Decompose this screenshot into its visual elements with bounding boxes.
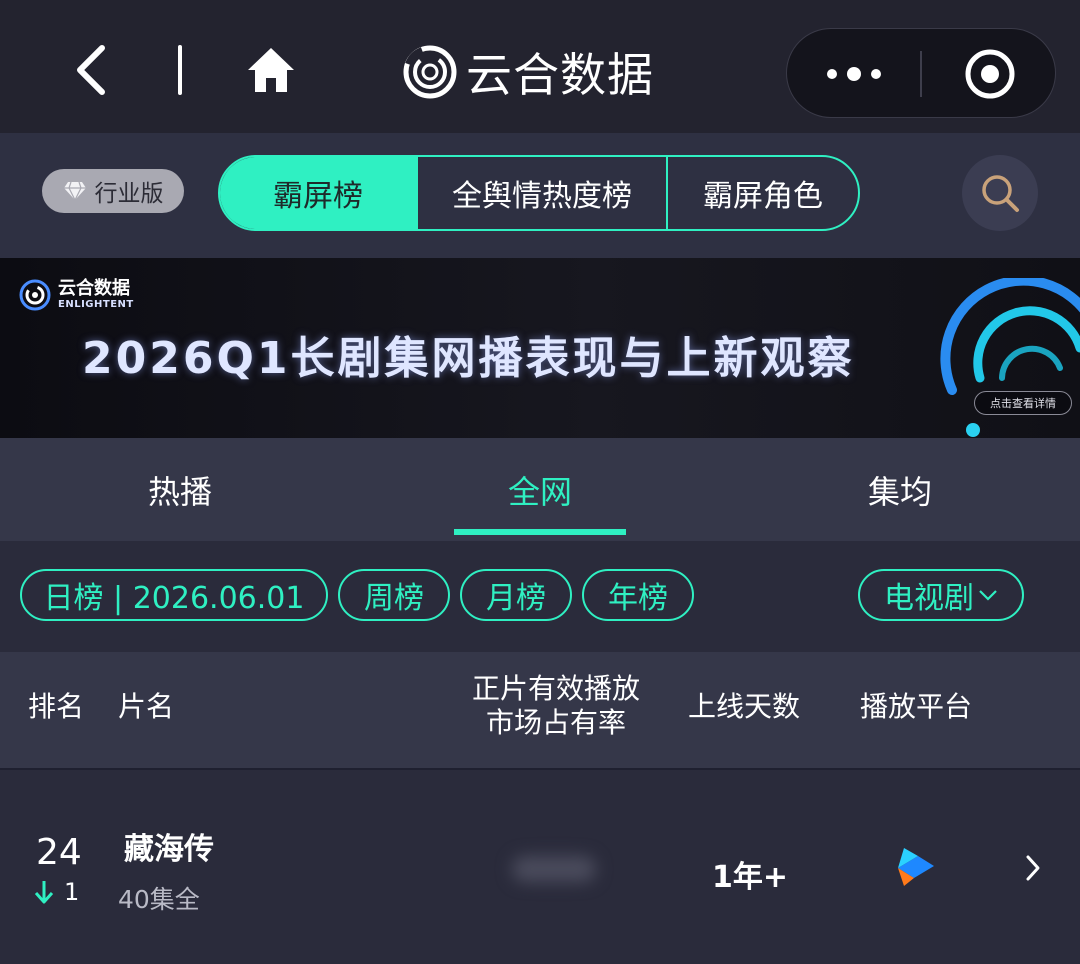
tab-label: 全网 (507, 472, 572, 511)
column-market-share-line2: 市场占有率 (485, 706, 626, 739)
more-dots-icon (871, 69, 881, 79)
column-days-online: 上线天数 (688, 690, 801, 723)
banner-logo-cn: 云合数据 (58, 278, 130, 299)
tab-all-network[interactable]: 全网 (360, 438, 720, 541)
column-market-share: 正片有效播放 市场占有率 (468, 672, 644, 740)
search-button[interactable] (962, 155, 1038, 231)
rank-change: 1 (34, 878, 79, 906)
daily-chart-chip[interactable]: 日榜 | 2026.06.01 (20, 569, 328, 621)
table-header: 排名 片名 正片有效播放 市场占有率 上线天数 播放平台 (0, 652, 1080, 768)
diamond-icon (63, 181, 86, 201)
row-market-share-blurred (512, 856, 596, 882)
category-dropdown[interactable]: 电视剧 (858, 569, 1024, 621)
close-mini-program-button[interactable] (923, 29, 1057, 119)
rank-change-value: 1 (64, 878, 80, 906)
mini-program-capsule (786, 28, 1056, 118)
home-button[interactable] (240, 42, 302, 98)
segment-dominant-screen[interactable]: 霸屏榜 (220, 157, 416, 229)
column-title: 片名 (118, 690, 175, 723)
segment-public-opinion[interactable]: 全舆情热度榜 (416, 157, 666, 229)
table-row[interactable]: 24 1 藏海传 40集全 1年+ (0, 770, 1080, 964)
row-title: 藏海传 (124, 832, 214, 867)
banner-logo-en: ENLIGHTENT (58, 299, 134, 310)
back-button[interactable] (62, 40, 118, 100)
row-episodes: 40集全 (118, 885, 200, 914)
arrow-down-icon (34, 881, 54, 904)
brand-logo-icon (19, 279, 51, 311)
monthly-chart-chip[interactable]: 月榜 (460, 569, 572, 621)
brand: 云合数据 (402, 40, 654, 104)
play-triangle-icon (898, 848, 934, 886)
banner-logo: 云合数据 ENLIGHTENT (18, 278, 134, 312)
yearly-chart-chip[interactable]: 年榜 (582, 569, 694, 621)
search-icon (982, 175, 1019, 212)
row-days-online: 1年+ (712, 860, 789, 895)
banner-detail-button[interactable]: 点击查看详情 (974, 391, 1072, 415)
more-button[interactable] (787, 29, 921, 119)
nav-divider (178, 45, 182, 95)
home-icon (248, 48, 294, 92)
top-navbar: 云合数据 (0, 0, 1080, 133)
column-market-share-line1: 正片有效播放 (471, 672, 640, 705)
period-filters: 日榜 | 2026.06.01 周榜 月榜 年榜 电视剧 (0, 541, 1080, 652)
brand-logo-icon (403, 45, 457, 99)
weekly-chart-chip[interactable]: 周榜 (338, 569, 450, 621)
chevron-right-icon (1026, 855, 1040, 881)
row-rank: 24 (36, 832, 82, 873)
edition-badge[interactable]: 行业版 (42, 169, 184, 213)
category-label: 电视剧 (884, 581, 974, 616)
more-dots-icon (847, 67, 861, 81)
main-tabs: 热播 全网 集均 (0, 438, 1080, 541)
banner-headline: 2026Q1长剧集网播表现与上新观察 (82, 333, 855, 384)
page-title: 云合数据 (466, 48, 654, 102)
ranking-segment-control: 霸屏榜 全舆情热度榜 霸屏角色 (218, 155, 860, 231)
more-dots-icon (827, 69, 837, 79)
tab-episode-average[interactable]: 集均 (720, 438, 1080, 541)
column-rank: 排名 (28, 690, 85, 723)
capsule-divider (920, 51, 922, 97)
column-platform: 播放平台 (860, 690, 973, 723)
tab-label: 集均 (867, 472, 932, 511)
chevron-down-icon (978, 589, 998, 601)
tab-active-indicator (454, 529, 626, 535)
banner-indicator-dot (966, 423, 980, 437)
target-icon (965, 49, 1015, 99)
tab-hot[interactable]: 热播 (0, 438, 360, 541)
promo-banner[interactable]: 云合数据 ENLIGHTENT 2026Q1长剧集网播表现与上新观察 点击查看详… (0, 258, 1080, 438)
edition-label: 行业版 (94, 181, 164, 207)
row-detail-button[interactable] (1018, 850, 1048, 886)
chevron-left-icon (77, 45, 105, 95)
segment-dominant-role[interactable]: 霸屏角色 (666, 157, 858, 229)
tab-label: 热播 (147, 472, 212, 511)
